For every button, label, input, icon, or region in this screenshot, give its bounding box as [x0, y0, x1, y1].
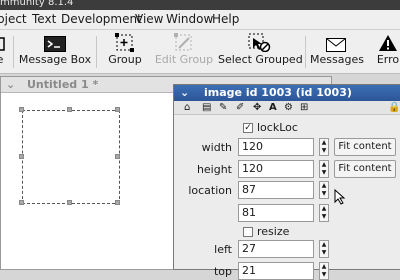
resize-handle[interactable] [19, 200, 24, 205]
select-grouped-button[interactable]: Select Grouped [218, 32, 303, 66]
location-x-field[interactable]: 87 [238, 181, 314, 199]
selected-image-object[interactable] [19, 107, 120, 205]
height-stepper[interactable]: ▲ ▼ [319, 160, 329, 178]
edit-group-icon [154, 32, 214, 52]
menu-help[interactable]: Help [212, 12, 239, 26]
toolbar-separator [305, 36, 306, 68]
inspector-toolbar: ⌂ ▤ ✎ ✐ ✥ A ⚙ ⊞ 🔒 [174, 101, 400, 115]
terminal-icon [18, 32, 92, 52]
top-stepper[interactable]: ▲ ▼ [319, 262, 329, 280]
window-titlebar: mmunity 8.1.4 [0, 0, 400, 10]
message-box-button[interactable]: Message Box [18, 32, 92, 66]
group-button[interactable]: Group [105, 32, 145, 66]
window-title: mmunity 8.1.4 [0, 0, 74, 8]
lock-icon[interactable]: 🔒 [388, 101, 400, 115]
home-icon[interactable]: ⌂ [184, 101, 190, 115]
mouse-cursor-icon [334, 188, 346, 208]
edit-group-button[interactable]: Edit Group [154, 32, 214, 66]
resize-handle[interactable] [115, 107, 120, 112]
top-label: top [213, 265, 232, 278]
toolbar-separator [13, 36, 14, 68]
resize-handle[interactable] [19, 107, 24, 112]
pencil-icon[interactable]: ✎ [219, 101, 227, 115]
property-inspector[interactable]: ⌄ image id 1003 (id 1003) ⌂ ▤ ✎ ✐ ✥ A ⚙ … [173, 84, 400, 280]
resize-handle[interactable] [67, 107, 72, 112]
height-fit-content-button[interactable]: Fit content [334, 160, 396, 178]
height-label: height [196, 163, 232, 176]
messages-button[interactable]: Messages [310, 32, 364, 66]
top-field[interactable]: 21 [238, 262, 314, 280]
location-x-stepper[interactable]: ▲ ▼ [319, 181, 329, 199]
menu-text[interactable]: Text [32, 12, 56, 26]
toolbar: e Message Box Group Edit Group Select Gr… [0, 30, 400, 74]
width-stepper[interactable]: ▲ ▼ [319, 138, 329, 156]
location-y-stepper[interactable]: ▲ ▼ [319, 204, 329, 222]
resize-handle[interactable] [115, 154, 120, 159]
menu-view[interactable]: View [135, 12, 163, 26]
lockloc-checkbox[interactable]: ✓ [243, 123, 253, 133]
resize-handle[interactable] [115, 200, 120, 205]
database-icon[interactable]: ▤ [202, 101, 211, 115]
stack-window-title: Untitled 1 * [27, 78, 99, 91]
width-field[interactable]: 120 [238, 138, 314, 156]
chevron-down-icon[interactable]: ⌄ [6, 77, 15, 92]
width-fit-content-button[interactable]: Fit content [334, 138, 396, 156]
move-icon[interactable]: ✥ [253, 101, 261, 115]
resize-handle[interactable] [19, 154, 24, 159]
resize-checkbox[interactable] [243, 227, 253, 237]
location-y-field[interactable]: 81 [238, 204, 314, 222]
chevron-down-icon[interactable]: ⌄ [180, 85, 189, 100]
left-field[interactable]: 27 [238, 240, 314, 258]
location-label: location [188, 184, 232, 197]
select-grouped-icon [218, 32, 300, 52]
lockloc-label: lockLoc [257, 121, 298, 134]
inspector-titlebar[interactable]: ⌄ image id 1003 (id 1003) [174, 85, 400, 101]
edit-tool-button[interactable]: e [0, 32, 8, 66]
resize-label: resize [257, 225, 290, 238]
left-label: left [214, 243, 232, 256]
settings-icon[interactable]: ⚙ [284, 101, 293, 115]
menu-object[interactable]: bject [0, 12, 27, 26]
menu-development[interactable]: Development [61, 12, 142, 26]
brush-icon[interactable]: ✐ [236, 101, 244, 115]
grid-icon[interactable]: ⊞ [300, 101, 308, 115]
resize-handle[interactable] [67, 200, 72, 205]
width-label: width [201, 141, 232, 154]
inspector-title: image id 1003 (id 1003) [204, 86, 352, 99]
left-stepper[interactable]: ▲ ▼ [319, 240, 329, 258]
menubar: bject Text Development View Window Help [0, 10, 400, 30]
height-field[interactable]: 120 [238, 160, 314, 178]
group-icon [105, 32, 145, 52]
text-icon[interactable]: A [269, 101, 277, 115]
errors-button[interactable]: Erro [371, 32, 400, 66]
envelope-icon [310, 32, 362, 52]
toolbar-separator [96, 36, 97, 68]
menu-window[interactable]: Window [166, 12, 213, 26]
edit-icon [0, 32, 8, 52]
warning-icon [371, 32, 400, 52]
